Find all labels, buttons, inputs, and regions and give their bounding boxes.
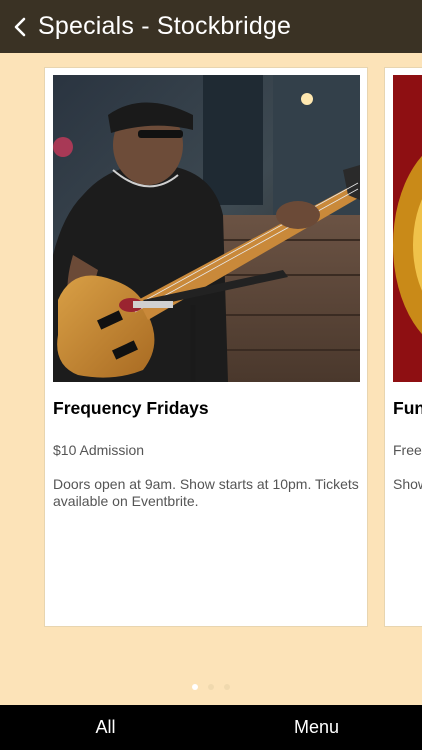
event-description: Show: [393, 476, 422, 492]
back-button[interactable]: [0, 0, 26, 53]
event-photo: [53, 75, 360, 382]
tab-all[interactable]: All: [0, 705, 211, 750]
page-title: Specials - Stockbridge: [38, 12, 292, 40]
page-dot[interactable]: [224, 684, 230, 690]
event-price: Free: [393, 442, 422, 458]
page-indicator[interactable]: [0, 684, 422, 690]
chevron-left-icon: [14, 17, 26, 37]
event-description: Doors open at 9am. Show starts at 10pm. …: [53, 476, 359, 509]
event-photo: [393, 75, 422, 382]
specials-carousel[interactable]: Frequency Fridays $10 Admission Doors op…: [0, 53, 422, 705]
special-card[interactable]: Fun Free Show: [384, 67, 422, 627]
page-dot[interactable]: [208, 684, 214, 690]
event-title: Frequency Fridays: [53, 398, 209, 418]
special-card[interactable]: Frequency Fridays $10 Admission Doors op…: [44, 67, 368, 627]
event-title: Fun: [393, 398, 422, 418]
page-dot[interactable]: [192, 684, 198, 690]
bottom-tabbar: All Menu: [0, 705, 422, 750]
event-price: $10 Admission: [53, 442, 145, 458]
tab-menu[interactable]: Menu: [211, 705, 422, 750]
header-bar: Specials - Stockbridge: [0, 0, 422, 53]
